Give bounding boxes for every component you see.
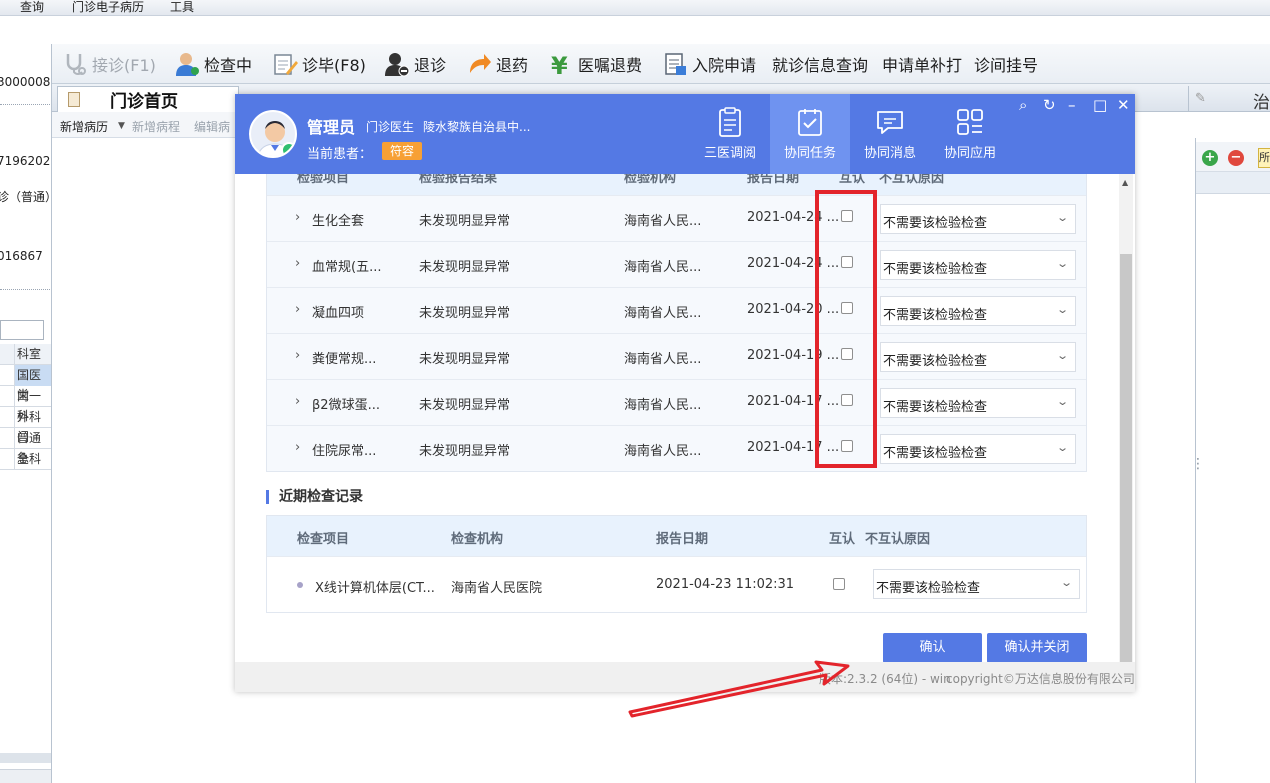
annotation-arrow [628,660,850,718]
